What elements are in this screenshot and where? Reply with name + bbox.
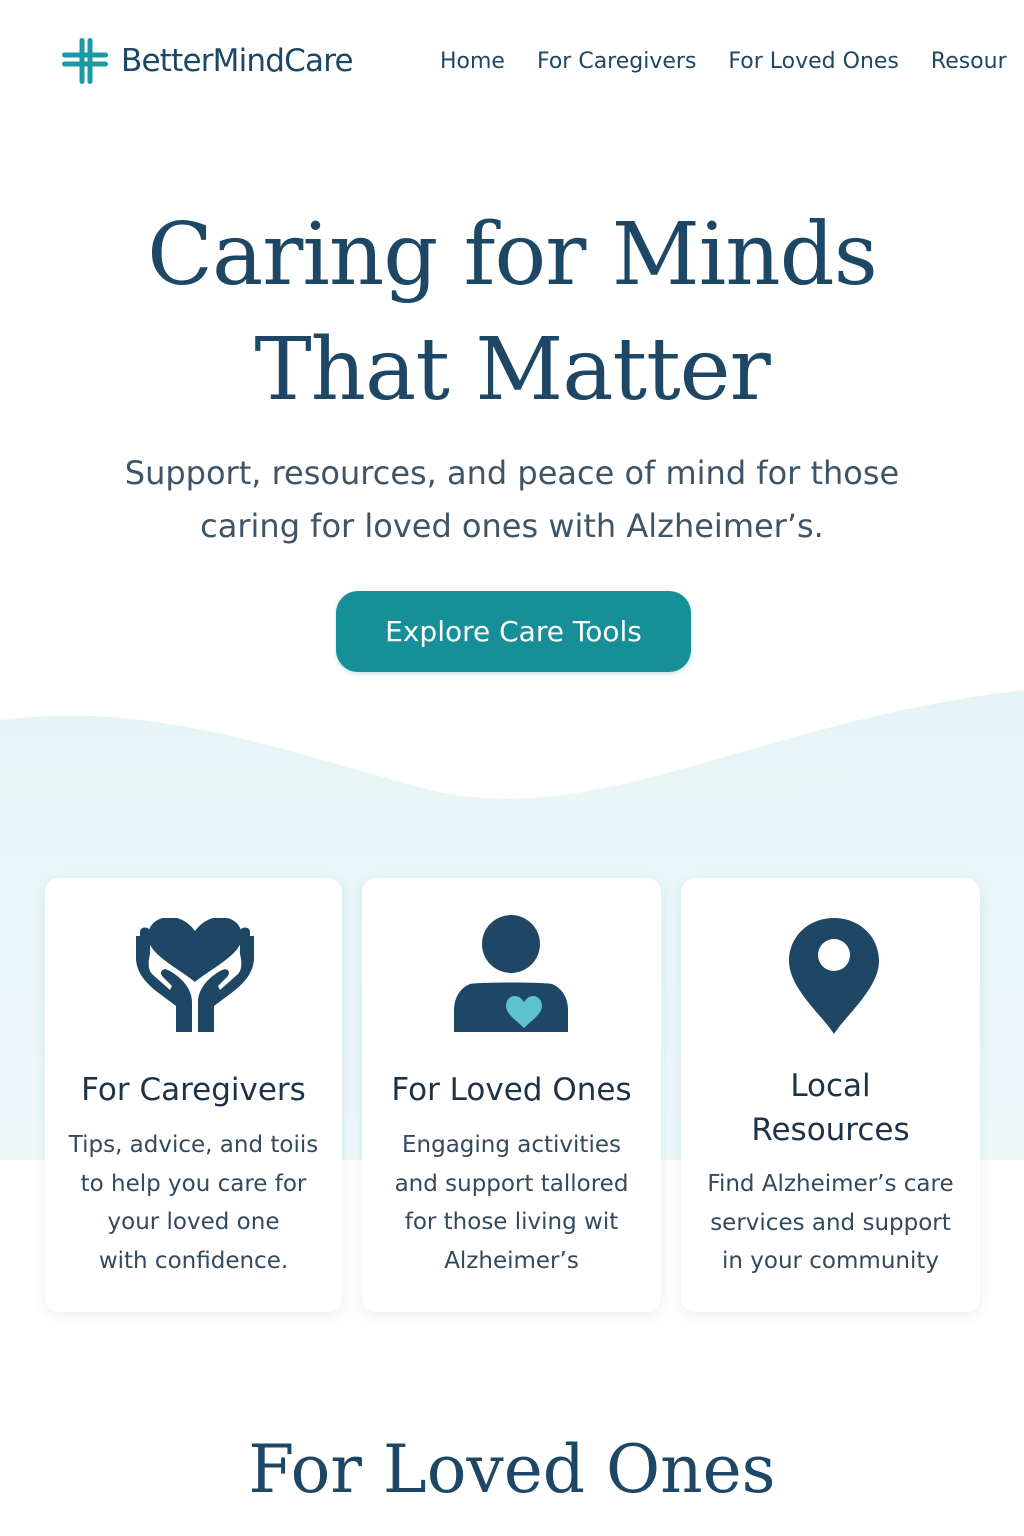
caring-hands-heart-icon <box>136 918 254 1032</box>
card-title-line: Resources <box>751 1112 910 1148</box>
card-title: Local Resources <box>681 1064 980 1152</box>
explore-care-tools-button[interactable]: Explore Care Tools <box>336 591 691 672</box>
card-local-resources[interactable]: Local Resources Find Alzheimer’s care se… <box>681 878 980 1312</box>
card-text-line: and support tallored <box>394 1170 629 1197</box>
card-text: Find Alzheimer’s care services and suppo… <box>681 1165 980 1281</box>
card-for-loved-ones[interactable]: For Loved Ones Engaging activities and s… <box>362 878 661 1312</box>
nav-for-loved-ones[interactable]: For Loved Ones <box>728 47 898 77</box>
card-text-line: to help you care for <box>80 1170 307 1197</box>
card-text: Tips, advice, and toiis to help you care… <box>45 1126 342 1280</box>
hero-subtitle-line: caring for loved ones with Alzheimer’s. <box>200 507 824 545</box>
card-text-line: Engaging activities <box>402 1132 621 1158</box>
card-title-line: Local <box>790 1068 871 1104</box>
logo-text: BetterMindCare <box>121 43 354 79</box>
main-nav: Home For Caregivers For Loved Ones Resou… <box>440 47 1024 77</box>
logo[interactable]: BetterMindCare <box>62 38 354 84</box>
card-for-caregivers[interactable]: For Caregivers Tips, advice, and toiis t… <box>45 878 342 1312</box>
hero-subtitle-line: Support, resources, and peace of mind fo… <box>124 454 900 492</box>
nav-home[interactable]: Home <box>440 47 505 77</box>
card-text-line: services and support <box>710 1209 951 1236</box>
hero-title-line: Caring for Minds <box>147 205 878 305</box>
location-pin-icon <box>789 918 879 1034</box>
hero-title-line: That Matter <box>254 320 770 420</box>
logo-cross-icon <box>62 38 108 84</box>
section-heading-for-loved-ones: For Loved Ones <box>248 1431 776 1508</box>
card-text-line: with confidence. <box>98 1247 289 1274</box>
card-text-line: Find Alzheimer’s care <box>707 1171 954 1197</box>
card-text-line: in your community <box>721 1248 939 1274</box>
nav-resources[interactable]: Resour <box>931 47 1007 77</box>
person-heart-icon <box>454 915 568 1032</box>
hero-title: Caring for Minds That Matter <box>0 198 1024 428</box>
card-text-line: for those living wit <box>404 1209 619 1235</box>
card-text-line: your loved one <box>107 1209 280 1235</box>
hero-subtitle: Support, resources, and peace of mind fo… <box>112 447 912 553</box>
card-title: For Loved Ones <box>391 1072 632 1108</box>
site-header: BetterMindCare Home For Caregivers For L… <box>0 0 1024 124</box>
card-text: Engaging activities and support tallored… <box>362 1126 661 1280</box>
nav-for-caregivers[interactable]: For Caregivers <box>537 47 696 77</box>
card-title: For Caregivers <box>81 1072 306 1108</box>
card-text-line: Alzheimer’s <box>444 1247 579 1274</box>
card-text-line: Tips, advice, and toiis <box>68 1132 319 1158</box>
